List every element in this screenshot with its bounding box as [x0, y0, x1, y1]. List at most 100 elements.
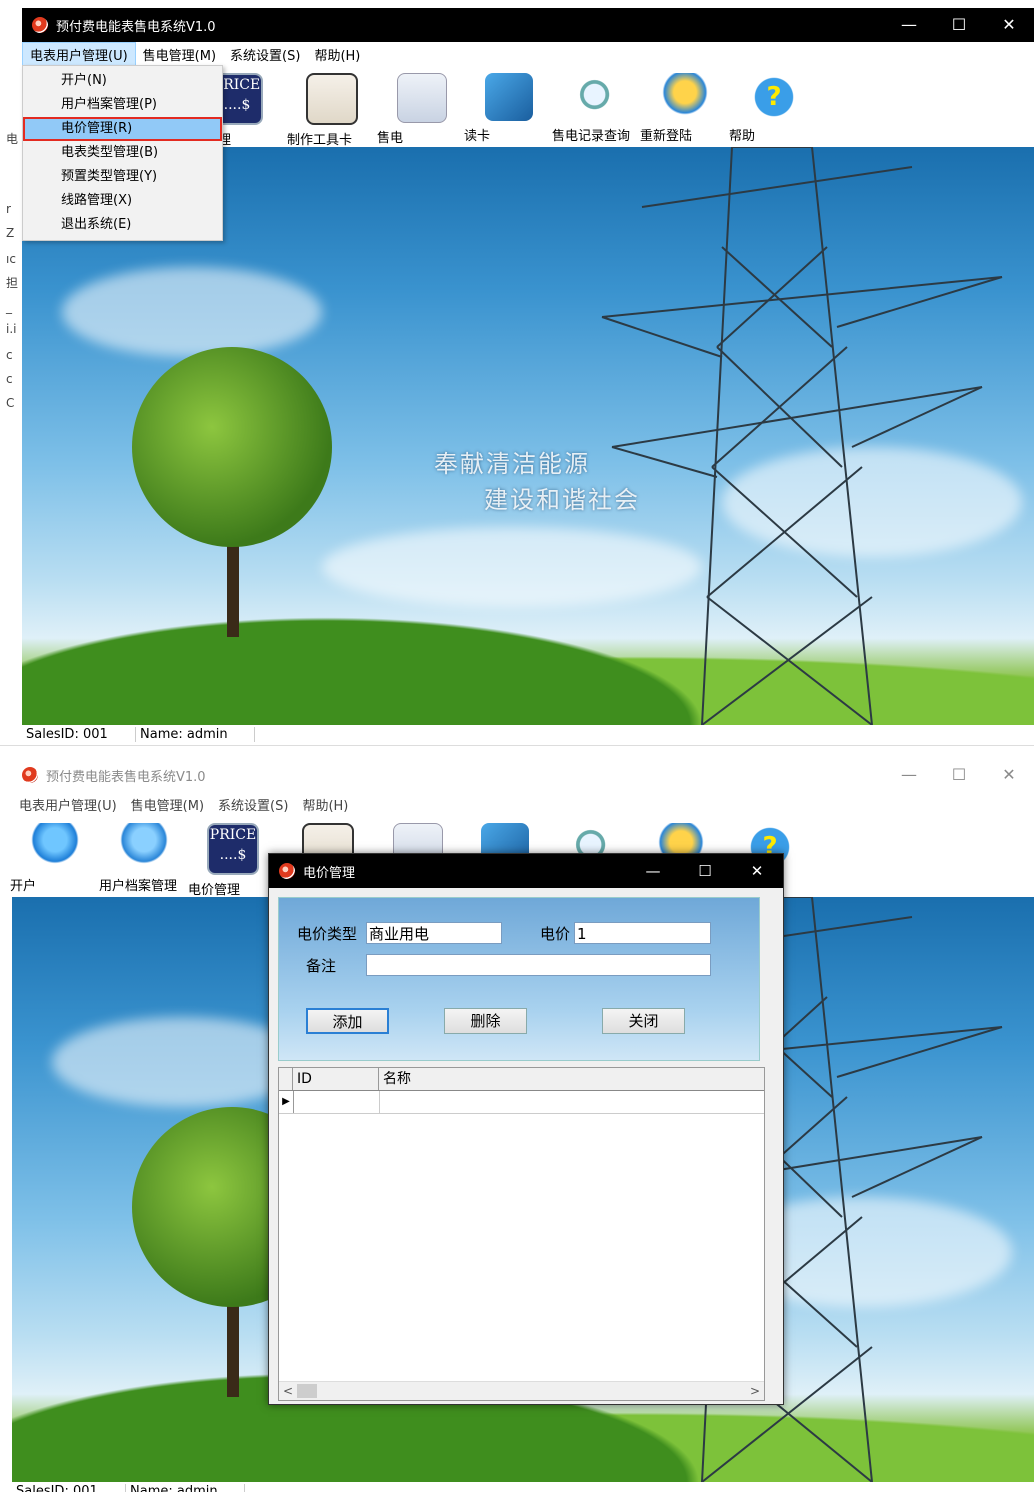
close-button[interactable]: ✕ — [984, 8, 1034, 42]
window-title: 预付费电能表售电系统V1.0 — [56, 19, 216, 35]
price-type-input[interactable]: 商业用电 — [366, 922, 502, 944]
meter-user-dropdown-menu: 开户(N) 用户档案管理(P) 电价管理(R) 电表类型管理(B) 预置类型管理… — [22, 65, 223, 241]
toolbar-label: 用户档案管理 — [99, 879, 178, 894]
menu-sales[interactable]: 售电管理(M) — [136, 43, 223, 66]
strip-char: 担 — [6, 276, 19, 290]
dropdown-item-line-management[interactable]: 线路管理(X) — [23, 189, 222, 213]
toolbar-help-button[interactable]: ? 帮助 — [729, 73, 819, 144]
screenshot-separator — [0, 745, 1034, 759]
price-data-grid[interactable]: ID 名称 ▶ < > — [278, 1067, 765, 1401]
menu-settings[interactable]: 系统设置(S) — [223, 43, 307, 66]
app-icon — [22, 767, 38, 783]
menu-sales[interactable]: 售电管理(M) — [124, 793, 211, 816]
dropdown-item-meter-type[interactable]: 电表类型管理(B) — [23, 141, 222, 165]
price-icon: PRICE ....$ — [207, 823, 259, 875]
dropdown-item-exit[interactable]: 退出系统(E) — [23, 213, 222, 237]
toolbar-label: 帮助 — [729, 129, 756, 144]
dialog-form-panel: 电价类型 商业用电 电价 1 备注 添加 删除 关闭 — [278, 897, 760, 1061]
tree-crown — [132, 347, 332, 547]
table-row[interactable]: ▶ — [279, 1091, 764, 1114]
toolbar-record-query-button[interactable]: 售电记录查询 — [552, 73, 642, 144]
help-icon: ? — [750, 73, 798, 121]
status-bar: SalesID: 001 Name: admin — [12, 1482, 1034, 1492]
dropdown-item-price-management[interactable]: 电价管理(R) — [23, 117, 222, 141]
menu-settings[interactable]: 系统设置(S) — [211, 793, 295, 816]
grid-header-name[interactable]: 名称 — [379, 1068, 764, 1090]
dialog-app-icon — [279, 863, 295, 879]
dialog-title: 电价管理 — [303, 865, 356, 881]
dialog-close-button[interactable]: ✕ — [731, 854, 783, 888]
dropdown-item-preset-type[interactable]: 预置类型管理(Y) — [23, 165, 222, 189]
price-management-dialog: 电价管理 — ☐ ✕ 电价类型 商业用电 电价 1 备注 添加 删除 关闭 ID… — [268, 853, 784, 1405]
status-sales-id: SalesID: 001 — [22, 726, 136, 742]
close-button[interactable]: ✕ — [984, 758, 1034, 792]
open-account-icon — [31, 823, 79, 871]
toolbar-user-archive-button[interactable]: 用户档案管理 — [99, 823, 189, 894]
toolbar-label: 售电记录查询 — [552, 129, 631, 144]
toolbar-read-card-button[interactable]: 读卡 — [464, 73, 554, 144]
toolbar-label: 制作工具卡 — [287, 133, 353, 148]
slogan-line1: 奉献清洁能源 — [434, 450, 590, 478]
menu-help[interactable]: 帮助(H) — [307, 43, 367, 66]
maximize-button[interactable]: ☐ — [934, 8, 984, 42]
dialog-maximize-button[interactable]: ☐ — [679, 854, 731, 888]
grid-header: ID 名称 — [279, 1068, 764, 1091]
strip-char: C — [6, 396, 15, 410]
grid-header-corner — [279, 1068, 293, 1090]
grid-cell-name[interactable] — [379, 1091, 764, 1113]
sell-electricity-icon — [397, 73, 447, 123]
menu-meter-user[interactable]: 电表用户管理(U) — [12, 793, 124, 816]
strip-char: Z — [6, 226, 15, 240]
dropdown-item-user-archive[interactable]: 用户档案管理(P) — [23, 93, 222, 117]
dialog-title-bar[interactable]: 电价管理 — ☐ ✕ — [269, 854, 783, 888]
strip-char: r — [6, 202, 11, 216]
grid-header-id[interactable]: ID — [293, 1068, 379, 1090]
price-icon-text2: ....$ — [219, 847, 247, 863]
add-button[interactable]: 添加 — [306, 1008, 389, 1034]
grid-cell-id[interactable] — [293, 1091, 380, 1113]
scroll-right-icon[interactable]: > — [746, 1382, 764, 1400]
delete-button[interactable]: 删除 — [444, 1008, 527, 1034]
minimize-button[interactable]: — — [884, 758, 934, 792]
toolbar-price-button[interactable]: PRICE ....$ 电价管理 — [188, 823, 278, 898]
dialog-minimize-button[interactable]: — — [627, 854, 679, 888]
price-icon-text: PRICE — [209, 827, 257, 843]
toolbar-open-account-button[interactable]: 开户 — [10, 823, 100, 894]
toolbar-label: 电价管理 — [188, 883, 241, 898]
status-sales-id: SalesID: 001 — [12, 1483, 126, 1492]
price-input[interactable]: 1 — [574, 922, 711, 944]
status-bar: SalesID: 001 Name: admin — [22, 725, 1034, 743]
toolbar-label: 重新登陆 — [640, 129, 693, 144]
window-title-bar[interactable]: 预付费电能表售电系统V1.0 — ☐ ✕ — [22, 8, 1034, 42]
status-name: Name: admin — [126, 1483, 245, 1492]
toolbar-label: 读卡 — [464, 129, 491, 144]
remark-label: 备注 — [306, 957, 337, 975]
dropdown-item-open-account[interactable]: 开户(N) — [23, 69, 222, 93]
scroll-left-icon[interactable]: < — [279, 1382, 297, 1400]
read-card-icon — [485, 73, 533, 121]
toolbar-sell-button[interactable]: 售电 — [377, 73, 467, 146]
close-dialog-button[interactable]: 关闭 — [602, 1008, 685, 1034]
horizontal-scrollbar[interactable]: < > — [279, 1381, 764, 1400]
scroll-thumb[interactable] — [297, 1384, 317, 1398]
price-type-label: 电价类型 — [297, 925, 358, 943]
row-indicator-icon: ▶ — [279, 1091, 294, 1113]
remark-input[interactable] — [366, 954, 711, 976]
price-label: 电价 — [540, 925, 571, 943]
background-window-strip: 电 r Z ıc 担 _ i.i c c C — [0, 0, 22, 745]
maximize-button[interactable]: ☐ — [934, 758, 984, 792]
toolbar-label: 开户 — [10, 879, 37, 894]
toolbar-relogin-button[interactable]: 重新登陆 — [640, 73, 730, 144]
tool-card-icon — [306, 73, 358, 125]
menu-bar: 电表用户管理(U) 售电管理(M) 系统设置(S) 帮助(H) — [12, 793, 1034, 815]
strip-char: c — [6, 348, 13, 362]
record-query-icon — [573, 73, 621, 121]
minimize-button[interactable]: — — [884, 8, 934, 42]
strip-char: i.i — [6, 322, 17, 336]
app-icon — [32, 17, 48, 33]
toolbar-tool-card-button[interactable]: 制作工具卡 — [287, 73, 377, 148]
menu-help[interactable]: 帮助(H) — [295, 793, 355, 816]
menu-meter-user[interactable]: 电表用户管理(U) — [22, 41, 136, 67]
window-title-bar[interactable]: 预付费电能表售电系统V1.0 — ☐ ✕ — [12, 758, 1034, 792]
cloud — [62, 267, 322, 357]
